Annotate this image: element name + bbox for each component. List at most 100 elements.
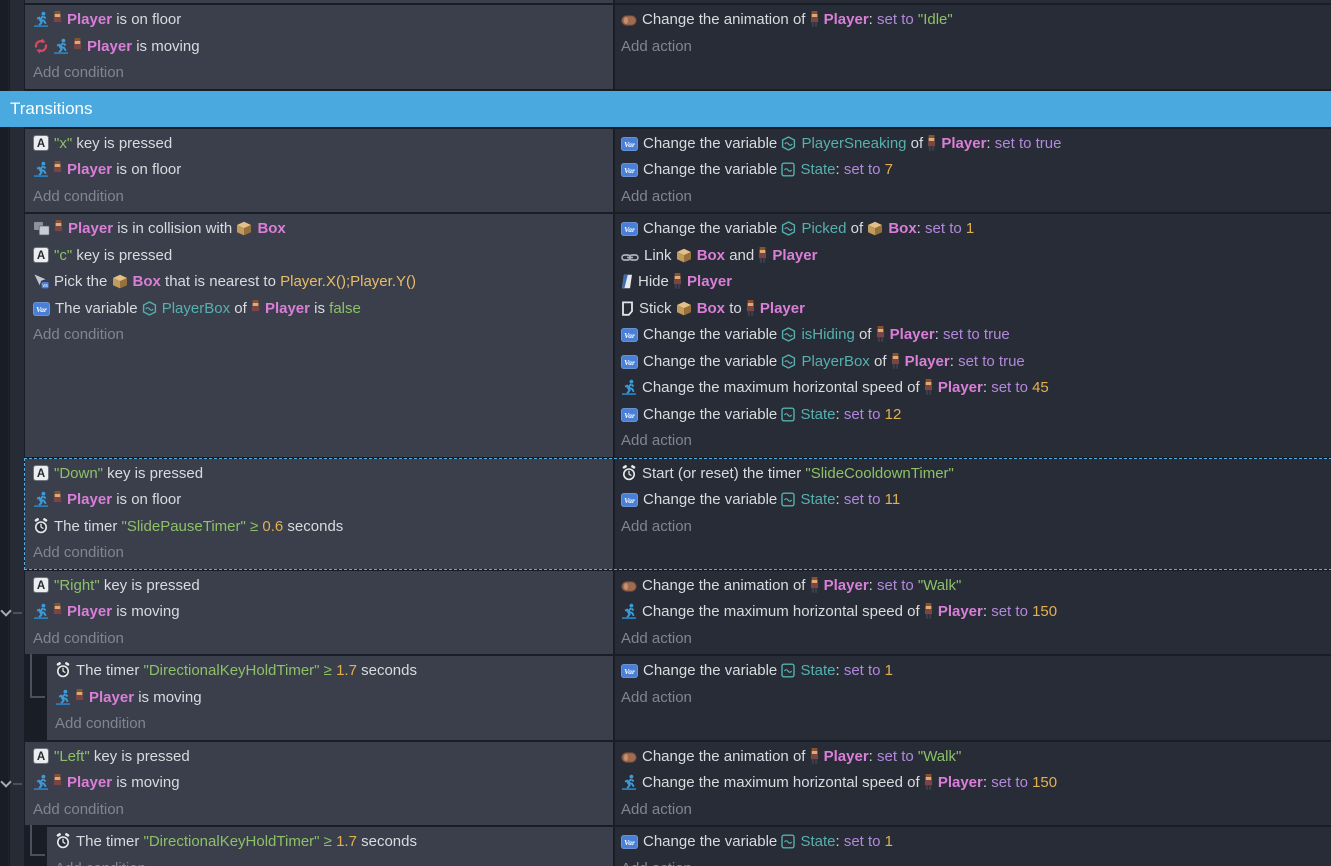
group-header-transitions[interactable]: Transitions — [0, 91, 1331, 127]
add-condition-link[interactable]: Add condition — [33, 322, 613, 349]
condition-row[interactable]: Player is on floor — [33, 157, 613, 184]
add-action-link[interactable]: Add action — [621, 184, 1331, 211]
add-action-link[interactable]: Add action — [621, 856, 1331, 866]
add-action-link[interactable]: Add action — [621, 514, 1331, 541]
actions-column: Change the animation of Player: set to "… — [615, 742, 1331, 826]
condition-row[interactable]: VarThe variable PlayerBox of Player is f… — [33, 296, 613, 323]
add-link-label[interactable]: Add action — [621, 432, 692, 449]
condition-row[interactable]: Player is moving — [55, 685, 613, 712]
event-selected[interactable]: A"Down" key is pressedPlayer is on floor… — [25, 459, 1331, 569]
add-link-label[interactable]: Add condition — [55, 860, 146, 866]
text-segment: : — [983, 774, 991, 791]
action-row[interactable]: Link Box and Player — [621, 243, 1331, 270]
action-row[interactable]: Change the animation of Player: set to "… — [621, 744, 1331, 771]
condition-row[interactable]: Player is moving — [33, 34, 613, 61]
add-link-label[interactable]: Add action — [621, 518, 692, 535]
add-action-link[interactable]: Add action — [621, 428, 1331, 455]
text-segment: Change the maximum horizontal speed of — [642, 379, 924, 396]
event[interactable]: A"x" key is pressedPlayer is on floor Add… — [25, 129, 1331, 213]
action-row[interactable]: Change the animation of Player: set to "… — [621, 573, 1331, 600]
add-link-label[interactable]: Add action — [621, 630, 692, 647]
actions-column: Change the animation of Player: set to "… — [615, 571, 1331, 655]
action-row[interactable]: Stick Box to Player — [621, 296, 1331, 323]
condition-row[interactable]: A"Down" key is pressed — [33, 461, 613, 488]
action-row[interactable]: Start (or reset) the timer "SlideCooldow… — [621, 461, 1331, 488]
sub-event-connector-vertical — [30, 825, 32, 856]
player-icon — [746, 300, 755, 316]
add-action-link[interactable]: Add action — [621, 34, 1331, 61]
text-segment: Player.X();Player.Y() — [280, 273, 416, 290]
text-segment: State — [800, 833, 835, 850]
condition-row[interactable]: A"Right" key is pressed — [33, 573, 613, 600]
add-link-label[interactable]: Add action — [621, 801, 692, 818]
condition-row[interactable]: A"x" key is pressed — [33, 131, 613, 158]
add-condition-link[interactable]: Add condition — [55, 711, 613, 738]
add-link-label[interactable]: Add condition — [33, 630, 124, 647]
condition-row[interactable]: Player is on floor — [33, 7, 613, 34]
text-segment: of — [230, 300, 251, 317]
event[interactable]: Player is on floorPlayer is moving Add co… — [25, 5, 1331, 89]
add-link-label[interactable]: Add condition — [33, 64, 124, 81]
text-segment: set to — [991, 379, 1032, 396]
condition-row[interactable]: vsPick the Box that is nearest to Player… — [33, 269, 613, 296]
text-segment: Change the variable — [643, 491, 781, 508]
add-condition-link[interactable]: Add condition — [33, 626, 613, 653]
condition-row[interactable]: A"c" key is pressed — [33, 243, 613, 270]
add-action-link[interactable]: Add action — [621, 685, 1331, 712]
action-row[interactable]: VarChange the variable State: set to 12 — [621, 402, 1331, 429]
add-link-label[interactable]: Add action — [621, 860, 692, 866]
condition-row[interactable]: Player is moving — [33, 599, 613, 626]
add-condition-link[interactable]: Add condition — [33, 60, 613, 87]
platformer-icon — [33, 603, 49, 619]
action-row[interactable]: Change the maximum horizontal speed of P… — [621, 599, 1331, 626]
action-row[interactable]: VarChange the variable State: set to 11 — [621, 487, 1331, 514]
condition-row[interactable]: The timer "DirectionalKeyHoldTimer" ≥ 1.… — [55, 658, 613, 685]
action-row[interactable]: VarChange the variable State: set to 1 — [621, 658, 1331, 685]
add-link-label[interactable]: Add action — [621, 38, 692, 55]
text-segment: Stick — [639, 300, 676, 317]
add-link-label[interactable]: Add condition — [33, 188, 124, 205]
condition-row[interactable]: The timer "DirectionalKeyHoldTimer" ≥ 1.… — [55, 829, 613, 856]
text-segment: Player — [905, 353, 950, 370]
action-row[interactable]: VarChange the variable State: set to 7 — [621, 157, 1331, 184]
event[interactable]: The timer "DirectionalKeyHoldTimer" ≥ 1.… — [47, 827, 1331, 866]
player-icon — [251, 300, 260, 316]
add-link-label[interactable]: Add action — [621, 689, 692, 706]
event[interactable]: A"Left" key is pressedPlayer is moving Ad… — [25, 742, 1331, 826]
event[interactable]: A"Right" key is pressedPlayer is moving A… — [25, 571, 1331, 655]
actions-column: VarChange the variable Picked of Box: se… — [615, 214, 1331, 457]
action-row[interactable]: Change the animation of Player: set to "… — [621, 7, 1331, 34]
text-segment: is on floor — [112, 11, 181, 28]
text-segment: "Idle" — [918, 11, 953, 28]
add-condition-link[interactable]: Add condition — [33, 540, 613, 567]
action-row[interactable]: Hide Player — [621, 269, 1331, 296]
add-condition-link[interactable]: Add condition — [33, 184, 613, 211]
condition-row[interactable]: Player is in collision with Box — [33, 216, 613, 243]
action-row[interactable]: Change the maximum horizontal speed of P… — [621, 375, 1331, 402]
add-action-link[interactable]: Add action — [621, 797, 1331, 824]
event[interactable]: Player is in collision with BoxA"c" key … — [25, 214, 1331, 457]
add-action-link[interactable]: Add action — [621, 626, 1331, 653]
action-row[interactable]: VarChange the variable isHiding of Playe… — [621, 322, 1331, 349]
add-link-label[interactable]: Add condition — [55, 715, 146, 732]
condition-row[interactable]: Player is on floor — [33, 487, 613, 514]
action-row[interactable]: VarChange the variable PlayerSneaking of… — [621, 131, 1331, 158]
platformer-icon — [53, 38, 69, 54]
condition-row[interactable]: A"Left" key is pressed — [33, 744, 613, 771]
fold-connector — [13, 783, 22, 785]
text-segment: "Down" — [54, 465, 103, 482]
add-condition-link[interactable]: Add condition — [33, 797, 613, 824]
add-link-label[interactable]: Add condition — [33, 801, 124, 818]
action-row[interactable]: VarChange the variable State: set to 1 — [621, 829, 1331, 856]
add-link-label[interactable]: Add condition — [33, 544, 124, 561]
add-condition-link[interactable]: Add condition — [55, 856, 613, 866]
condition-row[interactable]: The timer "SlidePauseTimer" ≥ 0.6 second… — [33, 514, 613, 541]
add-link-label[interactable]: Add action — [621, 188, 692, 205]
action-row[interactable]: VarChange the variable PlayerBox of Play… — [621, 349, 1331, 376]
action-row[interactable]: Change the maximum horizontal speed of P… — [621, 770, 1331, 797]
event[interactable]: The timer "DirectionalKeyHoldTimer" ≥ 1.… — [47, 656, 1331, 740]
condition-row[interactable]: Player is moving — [33, 770, 613, 797]
action-row[interactable]: VarChange the variable Picked of Box: se… — [621, 216, 1331, 243]
svg-text:Var: Var — [624, 667, 635, 676]
add-link-label[interactable]: Add condition — [33, 326, 124, 343]
